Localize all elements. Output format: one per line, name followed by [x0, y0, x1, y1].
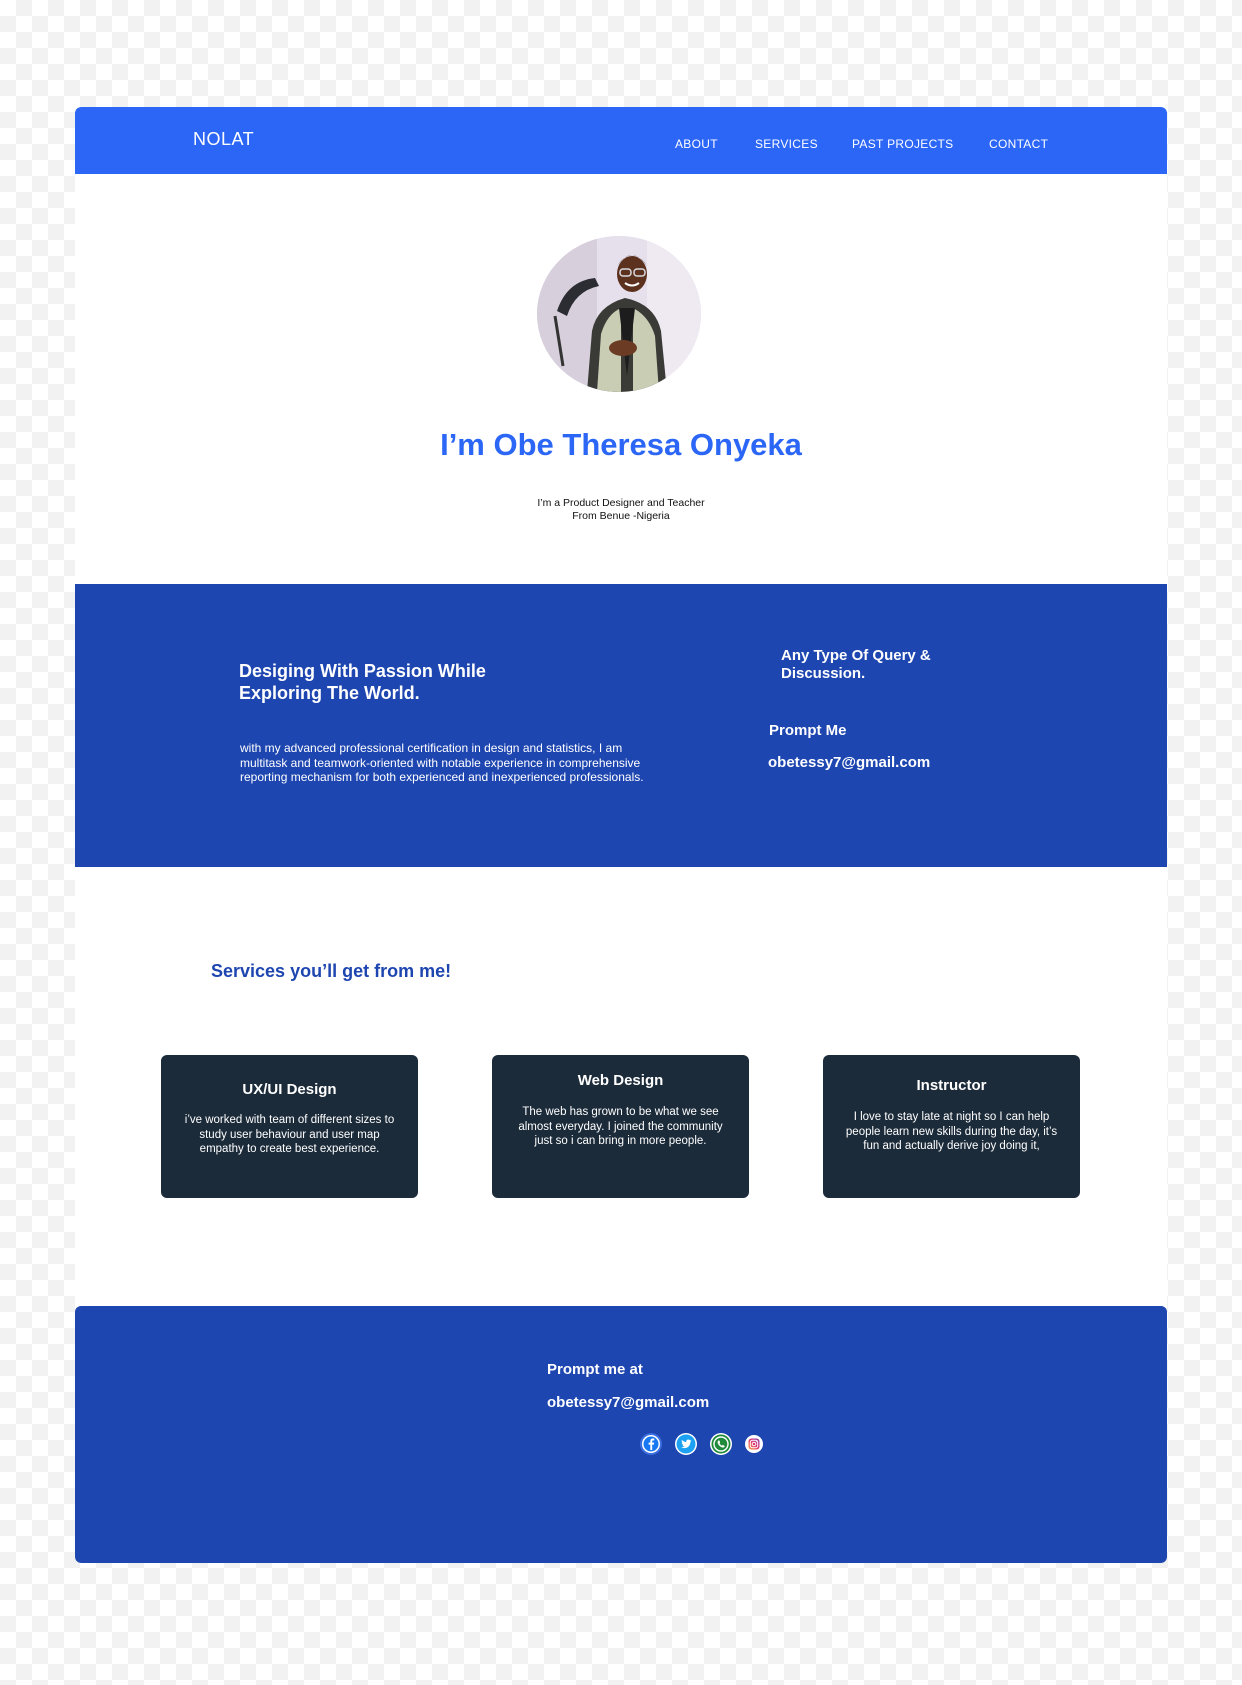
- whatsapp-icon[interactable]: [710, 1433, 732, 1455]
- hero-name: I’m Obe Theresa Onyeka: [440, 427, 802, 462]
- nav-about-link[interactable]: ABOUT: [675, 137, 718, 151]
- nav-menu: ABOUT SERVICES PAST PROJECTS CONTACT: [75, 137, 1167, 157]
- twitter-icon[interactable]: [675, 1433, 697, 1455]
- services-title: Services you’ll get from me!: [211, 961, 452, 981]
- service-card-text: The web has grown to be what we see almo…: [518, 1106, 723, 1147]
- footer: Prompt me at obetessy7@gmail.com: [75, 1306, 1167, 1563]
- hero-subtitle-line2: From Benue -Nigeria: [572, 510, 670, 522]
- nav-past-projects-link[interactable]: PAST PROJECTS: [852, 137, 953, 151]
- about-title: Desiging With Passion While Exploring Th…: [239, 661, 486, 703]
- instagram-icon[interactable]: [745, 1435, 763, 1453]
- service-card-text: i’ve worked with team of different sizes…: [184, 1114, 395, 1155]
- service-card-title: Instructor: [916, 1077, 987, 1094]
- nav-contact-link[interactable]: CONTACT: [989, 137, 1048, 151]
- social-links: [565, 1433, 763, 1455]
- query-title: Any Type Of Query & Discussion.: [781, 647, 931, 682]
- service-card-title: UX/UI Design: [242, 1081, 337, 1098]
- footer-email-link[interactable]: obetessy7@gmail.com: [547, 1394, 709, 1411]
- service-card-web-design[interactable]: Web Design The web has grown to be what …: [492, 1055, 749, 1198]
- about-band: Desiging With Passion While Exploring Th…: [75, 584, 1167, 867]
- portfolio-page: NOLAT ABOUT SERVICES PAST PROJECTS CONTA…: [75, 107, 1167, 1563]
- hero-subtitle-line1: I’m a Product Designer and Teacher: [537, 497, 705, 509]
- navbar: NOLAT ABOUT SERVICES PAST PROJECTS CONTA…: [75, 107, 1167, 174]
- contact-email-link[interactable]: obetessy7@gmail.com: [768, 754, 930, 771]
- service-card-text: I love to stay late at night so I can he…: [845, 1111, 1058, 1152]
- about-text: with my advanced professional certificat…: [240, 741, 644, 784]
- service-card-title: Web Design: [577, 1072, 664, 1089]
- service-card-instructor[interactable]: Instructor I love to stay late at night …: [823, 1055, 1080, 1198]
- footer-label: Prompt me at: [547, 1361, 643, 1378]
- service-card-uxui[interactable]: UX/UI Design i’ve worked with team of di…: [161, 1055, 418, 1198]
- prompt-label: Prompt Me: [769, 722, 847, 739]
- hero-subtitle: I’m a Product Designer and Teacher From …: [75, 497, 1167, 523]
- profile-photo: [537, 236, 701, 392]
- facebook-icon[interactable]: [640, 1433, 662, 1455]
- nav-services-link[interactable]: SERVICES: [755, 137, 818, 151]
